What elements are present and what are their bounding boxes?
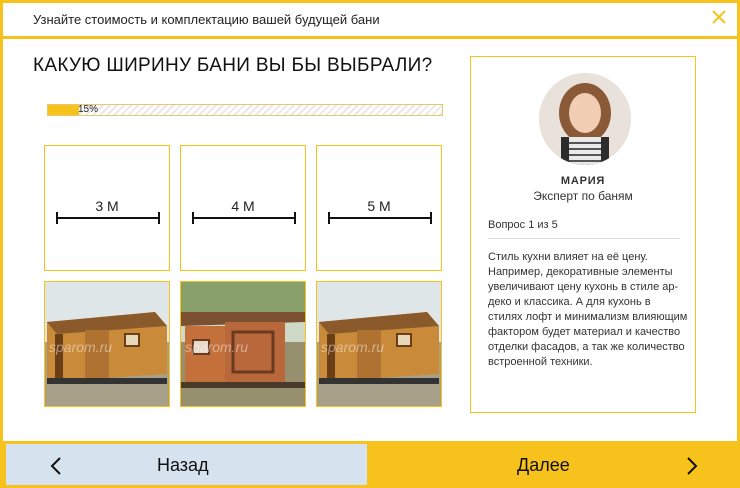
bath-photo-4m[interactable]: sparom.ru bbox=[180, 281, 306, 407]
avatar bbox=[539, 73, 631, 165]
bath-photo-3m[interactable]: sparom.ru bbox=[44, 281, 170, 407]
option-3m[interactable]: 3 М bbox=[44, 145, 170, 271]
chevron-right-icon bbox=[687, 457, 698, 475]
next-button[interactable]: Далее bbox=[367, 444, 737, 485]
next-label: Далее bbox=[517, 455, 570, 475]
width-ruler-icon bbox=[192, 212, 296, 224]
chevron-left-icon bbox=[50, 457, 61, 475]
back-label: Назад bbox=[157, 455, 209, 475]
expert-panel: МАРИЯ Эксперт по баням Вопрос 1 из 5 Сти… bbox=[470, 56, 696, 413]
question-counter: Вопрос 1 из 5 bbox=[488, 219, 558, 231]
quiz-window: Узнайте стоимость и комплектацию вашей б… bbox=[0, 0, 740, 488]
expert-name: МАРИЯ bbox=[560, 175, 606, 187]
width-ruler-icon bbox=[56, 212, 160, 224]
watermark: sparom.ru bbox=[49, 339, 112, 355]
width-ruler-icon bbox=[328, 212, 432, 224]
bath-photo-5m[interactable]: sparom.ru bbox=[316, 281, 442, 407]
watermark: sparom.ru bbox=[321, 339, 384, 355]
back-button[interactable]: Назад bbox=[6, 444, 367, 485]
expert-role: Эксперт по баням bbox=[533, 189, 633, 203]
expert-tip-text: Стиль кухни влияет на её цену. Например,… bbox=[488, 251, 688, 368]
option-5m[interactable]: 5 М bbox=[316, 145, 442, 271]
header-title: Узнайте стоимость и комплектацию вашей б… bbox=[33, 12, 380, 27]
divider bbox=[488, 238, 680, 239]
question-title: КАКУЮ ШИРИНУ БАНИ ВЫ БЫ ВЫБРАЛИ? bbox=[33, 55, 433, 76]
watermark: sparom.ru bbox=[185, 339, 248, 355]
option-4m[interactable]: 4 М bbox=[180, 145, 306, 271]
progress-bar: 15% bbox=[47, 104, 443, 116]
close-icon[interactable] bbox=[709, 7, 729, 27]
progress-label: 15% bbox=[77, 104, 98, 115]
header-bar: Узнайте стоимость и комплектацию вашей б… bbox=[3, 3, 737, 39]
